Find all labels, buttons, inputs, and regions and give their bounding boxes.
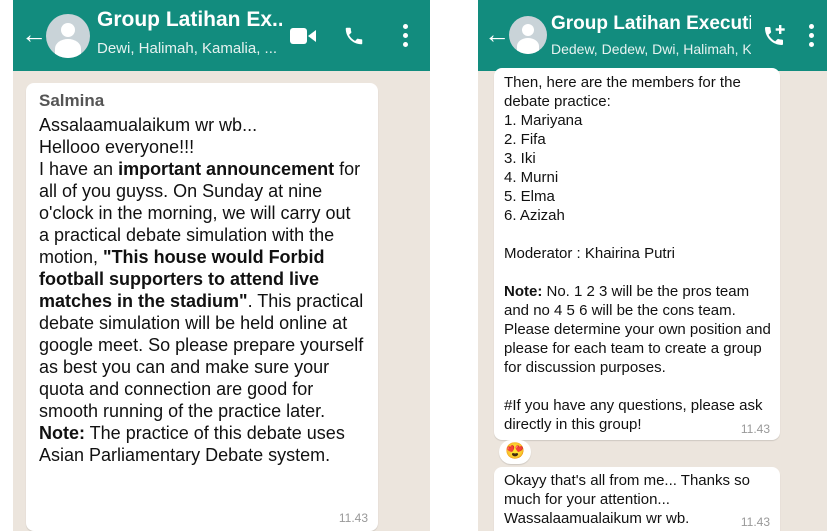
message-bubble-members[interactable]: Then, here are the members for the debat… — [494, 68, 780, 440]
member-list-item: 2. Fifa — [504, 131, 546, 148]
message-bubble[interactable]: Salmina Assalaamualaikum wr wb... Helloo… — [26, 83, 378, 531]
chat-subtitle[interactable]: Dedew, Dedew, Dwi, Halimah, Ka... — [551, 41, 751, 57]
menu-kebab-icon[interactable] — [403, 24, 409, 51]
back-arrow-icon[interactable]: ← — [484, 20, 510, 48]
message-bubble-closing[interactable]: Okayy that's all from me... Thanks so mu… — [494, 467, 780, 531]
member-list-item: 4. Murni — [504, 169, 559, 186]
back-arrow-icon[interactable]: ← — [21, 20, 47, 48]
message-time: 11.43 — [740, 515, 770, 529]
message-text: Then, here are the members for the debat… — [504, 74, 771, 433]
menu-kebab-icon[interactable] — [809, 24, 815, 51]
reaction-emoji[interactable]: 😍 — [499, 440, 531, 464]
message-time: 11.43 — [740, 422, 770, 436]
add-call-icon[interactable] — [763, 24, 787, 48]
voice-call-icon[interactable] — [343, 25, 365, 47]
group-avatar[interactable] — [509, 16, 547, 54]
message-text: Assalaamualaikum wr wb... Hellooo everyo… — [39, 115, 364, 465]
left-chat-panel: ← Group Latihan Ex... Dewi, Halimah, Kam… — [13, 0, 430, 531]
member-list-item: 6. Azizah — [504, 207, 565, 224]
moderator-line: Moderator : Khairina Putri — [504, 245, 675, 262]
chat-title[interactable]: Group Latihan Executive — [551, 13, 751, 35]
message-time: 11.43 — [338, 511, 368, 525]
member-list-item: 5. Elma — [504, 188, 555, 205]
message-text: Okayy that's all from me... Thanks so mu… — [504, 472, 751, 527]
chat-subtitle[interactable]: Dewi, Halimah, Kamalia, ... — [97, 40, 287, 57]
left-chat-header: ← Group Latihan Ex... Dewi, Halimah, Kam… — [13, 0, 430, 71]
member-list-item: 3. Iki — [504, 150, 536, 167]
right-chat-header: ← Group Latihan Executive Dedew, Dedew, … — [478, 0, 827, 71]
member-list-item: 1. Mariyana — [504, 112, 583, 129]
video-call-icon[interactable] — [290, 27, 316, 45]
chat-title[interactable]: Group Latihan Ex... — [97, 8, 282, 32]
right-chat-panel: ← Group Latihan Executive Dedew, Dedew, … — [478, 0, 827, 531]
sender-name: Salmina — [39, 91, 105, 110]
group-avatar[interactable] — [46, 14, 90, 58]
